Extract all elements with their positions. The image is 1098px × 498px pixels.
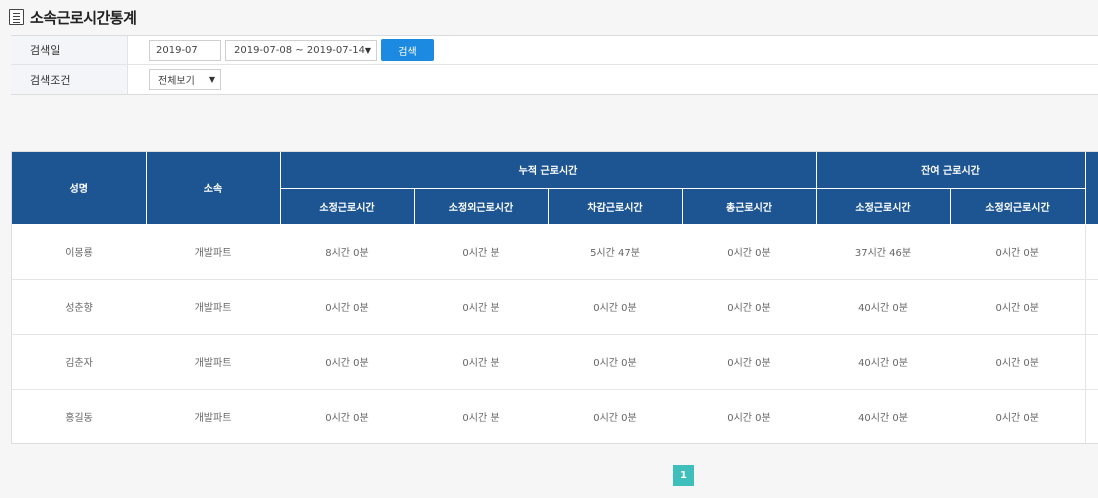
month-input-value: 2019-07 — [156, 44, 198, 56]
table-row[interactable]: 김춘자 개발파트 0시간 0분 0시간 분 0시간 0분 0시간 0분 40시간… — [12, 334, 1098, 390]
list-document-icon — [9, 9, 24, 25]
cell-department: 개발파트 — [146, 279, 280, 335]
cell-rem-overtime: 0시간 0분 — [950, 279, 1086, 335]
search-condition-label: 검색조건 — [11, 65, 128, 94]
cell-cum-total: 0시간 0분 — [682, 224, 816, 280]
cell-name: 홍길동 — [12, 389, 146, 443]
cell-rem-overtime: 0시간 0분 — [950, 389, 1086, 443]
cell-cum-regular: 0시간 0분 — [280, 334, 414, 390]
cell-cum-total: 0시간 0분 — [682, 279, 816, 335]
cell-cum-regular: 0시간 0분 — [280, 279, 414, 335]
condition-select[interactable]: 전체보기 ▼ — [149, 69, 221, 90]
cell-cum-deduction: 0시간 0분 — [548, 334, 682, 390]
stats-table: 성명 소속 누적 근로시간 잔여 근로시간 소정근로시간 소정외근로시간 차감근… — [11, 151, 1098, 444]
cell-overflow — [1085, 279, 1098, 335]
col-header-cum-deduction: 차감근로시간 — [547, 188, 683, 225]
week-range-value: 2019-07-08 ~ 2019-07-14 — [234, 44, 365, 56]
table-row[interactable]: 홍길동 개발파트 0시간 0분 0시간 분 0시간 0분 0시간 0분 40시간… — [12, 389, 1098, 443]
col-header-rem-overtime: 소정외근로시간 — [949, 188, 1086, 225]
col-header-department: 소속 — [145, 152, 281, 225]
cell-name: 김춘자 — [12, 334, 146, 390]
search-date-label: 검색일 — [11, 36, 128, 64]
cell-cum-overtime: 0시간 분 — [414, 224, 548, 280]
condition-value: 전체보기 — [158, 76, 195, 87]
col-group-remaining: 잔여 근로시간 — [815, 152, 1086, 189]
table-row[interactable]: 성춘향 개발파트 0시간 0분 0시간 분 0시간 0분 0시간 0분 40시간… — [12, 279, 1098, 335]
page-title: 소속근로시간통계 — [30, 8, 137, 27]
cell-name: 성춘향 — [12, 279, 146, 335]
month-input[interactable]: 2019-07 — [149, 39, 221, 61]
search-button[interactable]: 검색 — [381, 39, 434, 61]
col-header-name: 성명 — [12, 152, 147, 225]
table-row[interactable]: 이몽룡 개발파트 8시간 0분 0시간 분 5시간 47분 0시간 0분 37시… — [12, 224, 1098, 280]
col-header-rem-regular: 소정근로시간 — [815, 188, 951, 225]
dropdown-arrow-icon: ▼ — [208, 75, 215, 84]
pagination-page-1[interactable]: 1 — [673, 465, 694, 486]
dropdown-arrow-icon: ▼ — [364, 45, 371, 55]
search-row-date: 검색일 2019-07 2019-07-08 ~ 2019-07-14 ▼ 검색 — [11, 36, 1098, 65]
cell-rem-regular: 37시간 46분 — [816, 224, 950, 280]
col-header-cum-overtime: 소정외근로시간 — [413, 188, 549, 225]
cell-cum-deduction: 5시간 47분 — [548, 224, 682, 280]
cell-cum-deduction: 0시간 0분 — [548, 279, 682, 335]
cell-rem-overtime: 0시간 0분 — [950, 224, 1086, 280]
cell-cum-overtime: 0시간 분 — [414, 334, 548, 390]
cell-cum-overtime: 0시간 분 — [414, 279, 548, 335]
col-header-cum-total: 총근로시간 — [681, 188, 817, 225]
cell-overflow — [1085, 224, 1098, 280]
cell-name: 이몽룡 — [12, 224, 146, 280]
col-header-overflow — [1084, 152, 1098, 225]
cell-department: 개발파트 — [146, 389, 280, 443]
col-group-cumulative: 누적 근로시간 — [279, 152, 817, 189]
cell-department: 개발파트 — [146, 334, 280, 390]
cell-cum-regular: 8시간 0분 — [280, 224, 414, 280]
week-range-select[interactable]: 2019-07-08 ~ 2019-07-14 ▼ — [225, 39, 377, 61]
cell-rem-regular: 40시간 0분 — [816, 389, 950, 443]
cell-overflow — [1085, 389, 1098, 443]
cell-rem-regular: 40시간 0분 — [816, 279, 950, 335]
cell-overflow — [1085, 334, 1098, 390]
cell-cum-total: 0시간 0분 — [682, 334, 816, 390]
search-panel: 검색일 2019-07 2019-07-08 ~ 2019-07-14 ▼ 검색… — [11, 35, 1098, 95]
search-row-condition: 검색조건 전체보기 ▼ — [11, 65, 1098, 94]
col-header-cum-regular: 소정근로시간 — [279, 188, 415, 225]
cell-cum-regular: 0시간 0분 — [280, 389, 414, 443]
page-header: 소속근로시간통계 — [9, 6, 137, 28]
cell-cum-overtime: 0시간 분 — [414, 389, 548, 443]
cell-department: 개발파트 — [146, 224, 280, 280]
cell-rem-overtime: 0시간 0분 — [950, 334, 1086, 390]
cell-rem-regular: 40시간 0분 — [816, 334, 950, 390]
cell-cum-total: 0시간 0분 — [682, 389, 816, 443]
cell-cum-deduction: 0시간 0분 — [548, 389, 682, 443]
